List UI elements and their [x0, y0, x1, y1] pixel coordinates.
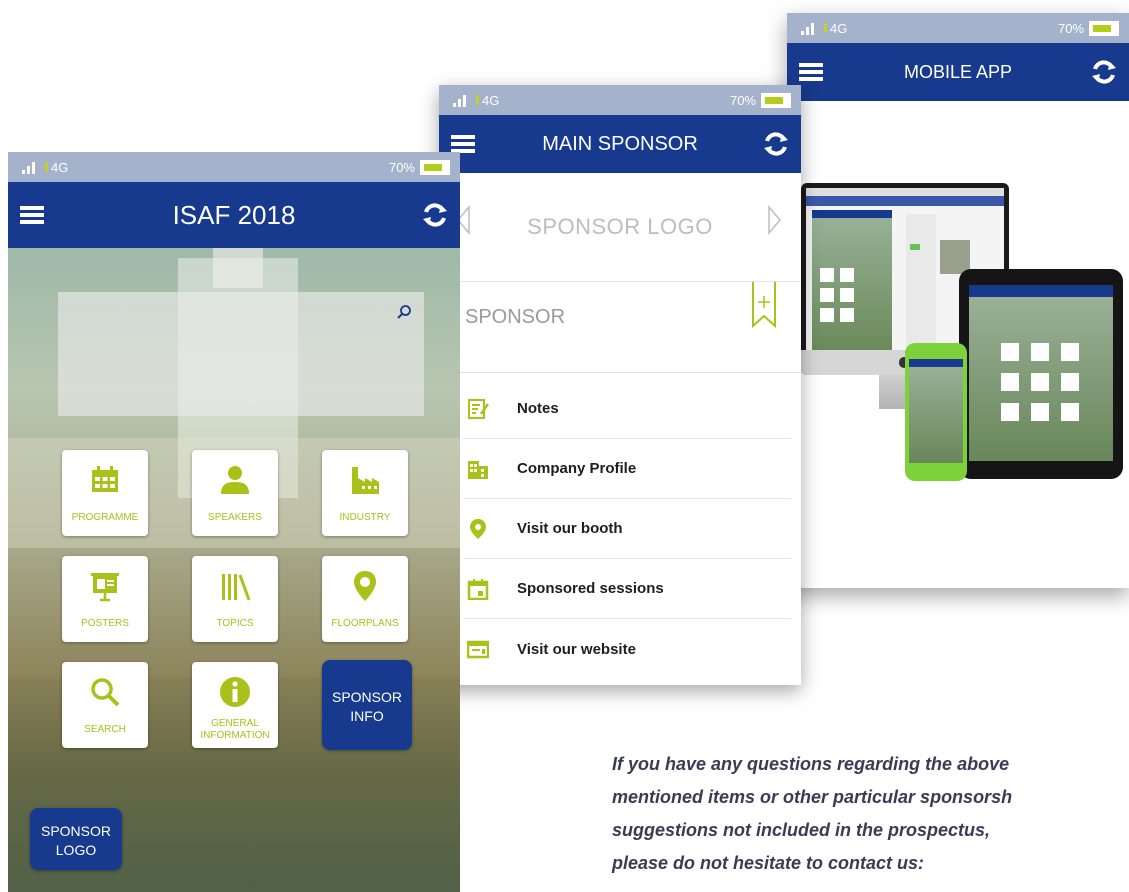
network-type: 4G	[51, 159, 69, 175]
tile-label: FLOORPLANS	[331, 618, 399, 629]
tile-label: SEARCH	[84, 724, 126, 735]
battery-icon	[761, 93, 791, 108]
sponsor-info-line1: SPONSOR	[331, 689, 402, 705]
main-sponsor-screen: 4G 70% MAIN SPONSOR SPONSOR LOGO SPONSOR	[439, 85, 801, 685]
menu-item-label: Visit our website	[517, 640, 636, 658]
bookmark-add-icon[interactable]	[751, 282, 777, 328]
page-title: MAIN SPONSOR	[542, 132, 698, 155]
search-icon[interactable]	[396, 304, 412, 320]
calendar-icon	[467, 578, 489, 600]
menu-item-company-profile[interactable]: Company Profile	[463, 439, 791, 499]
network-arrow-icon	[476, 95, 479, 105]
hamburger-menu-icon[interactable]	[451, 135, 475, 153]
sponsor-logo-button[interactable]: SPONSOR LOGO	[30, 808, 122, 870]
sponsor-info-button[interactable]: SPONSOR INFO	[322, 660, 412, 750]
tile-label: GENERAL INFORMATION	[200, 718, 270, 741]
status-bar: 4G 70%	[439, 85, 801, 115]
info-icon	[220, 677, 250, 707]
tile-label: POSTERS	[81, 618, 129, 629]
menu-item-notes[interactable]: Notes	[463, 379, 791, 439]
contact-line: mentioned items or other particular spon…	[612, 787, 1013, 807]
tile-programme[interactable]: PROGRAMME	[62, 450, 148, 536]
battery-icon	[1089, 21, 1119, 36]
status-bar: 4G 70%	[787, 13, 1129, 43]
contact-line: If you have any questions regarding the …	[612, 754, 1010, 774]
map-pin-icon	[354, 571, 376, 601]
factory-icon	[352, 467, 379, 494]
menu-item-label: Notes	[517, 400, 559, 417]
battery-icon	[420, 160, 450, 175]
mobile-app-screen: 4G 70% MOBILE APP	[787, 13, 1129, 588]
tile-speakers[interactable]: SPEAKERS	[192, 450, 278, 536]
devices-illustration	[801, 183, 1129, 513]
hamburger-menu-icon[interactable]	[20, 206, 44, 224]
tile-search[interactable]: SEARCH	[62, 662, 148, 748]
signal-icon	[22, 160, 35, 174]
tile-topics[interactable]: TOPICS	[192, 556, 278, 642]
sponsor-header: SPONSOR	[439, 281, 801, 373]
sponsor-logo-line2: LOGO	[55, 842, 97, 858]
menu-item-label: Sponsored sessions	[517, 580, 664, 597]
network-type: 4G	[830, 20, 848, 36]
tile-label: TOPICS	[216, 618, 254, 629]
top-nav: MOBILE APP	[787, 43, 1129, 101]
home-screen: 4G 70% ISAF 2018 PROGRAMME SPEAKERS INDU…	[8, 152, 460, 892]
search-input[interactable]	[58, 292, 424, 416]
building-icon	[468, 460, 488, 479]
menu-item-visit-website[interactable]: Visit our website	[463, 619, 791, 679]
battery-percent: 70%	[388, 160, 415, 175]
signal-icon	[453, 93, 466, 107]
sponsor-logo-placeholder: SPONSOR LOGO	[527, 214, 713, 239]
calendar-icon	[92, 466, 118, 492]
menu-item-label: Company Profile	[517, 460, 637, 477]
hamburger-menu-icon[interactable]	[799, 63, 823, 81]
battery-percent: 70%	[729, 93, 756, 108]
tile-general-information[interactable]: GENERAL INFORMATION	[192, 662, 278, 748]
battery-percent: 70%	[1057, 21, 1084, 36]
top-nav: ISAF 2018	[8, 182, 460, 248]
tile-label: SPEAKERS	[208, 512, 262, 523]
page-title: ISAF 2018	[172, 199, 296, 230]
menu-item-visit-booth[interactable]: Visit our booth	[463, 499, 791, 559]
books-icon	[222, 574, 251, 601]
person-icon	[221, 466, 249, 494]
top-nav: MAIN SPONSOR	[439, 115, 801, 173]
refresh-icon[interactable]	[420, 200, 450, 230]
tile-label: PROGRAMME	[71, 512, 139, 523]
network-arrow-icon	[45, 162, 48, 172]
tile-label: INDUSTRY	[339, 512, 391, 523]
presentation-icon	[91, 573, 119, 602]
menu-item-label: Visit our booth	[517, 520, 623, 537]
sponsor-name: SPONSOR	[465, 306, 566, 328]
tile-posters[interactable]: POSTERS	[62, 556, 148, 642]
tile-floorplans[interactable]: FLOORPLANS	[322, 556, 408, 642]
status-bar: 4G 70%	[8, 152, 460, 182]
contact-paragraph: If you have any questions regarding the …	[612, 748, 1129, 880]
notes-icon	[468, 398, 489, 419]
signal-icon	[801, 21, 814, 35]
refresh-icon[interactable]	[761, 129, 791, 159]
sponsor-logo-line1: SPONSOR	[40, 823, 111, 839]
map-pin-icon	[470, 518, 486, 539]
menu-item-sponsored-sessions[interactable]: Sponsored sessions	[463, 559, 791, 619]
tile-industry[interactable]: INDUSTRY	[322, 450, 408, 536]
contact-line: suggestions not included in the prospect…	[612, 820, 991, 840]
search-icon	[91, 678, 120, 707]
website-icon	[467, 640, 489, 659]
carousel-next-icon[interactable]	[767, 205, 783, 235]
page-title: MOBILE APP	[903, 61, 1013, 82]
refresh-icon[interactable]	[1089, 57, 1119, 87]
contact-line: please do not hesitate to contact us:	[612, 853, 925, 873]
sponsor-logo-carousel: SPONSOR LOGO	[439, 173, 801, 281]
network-type: 4G	[482, 92, 500, 108]
sponsor-info-line2: INFO	[350, 708, 384, 724]
network-arrow-icon	[824, 23, 827, 33]
